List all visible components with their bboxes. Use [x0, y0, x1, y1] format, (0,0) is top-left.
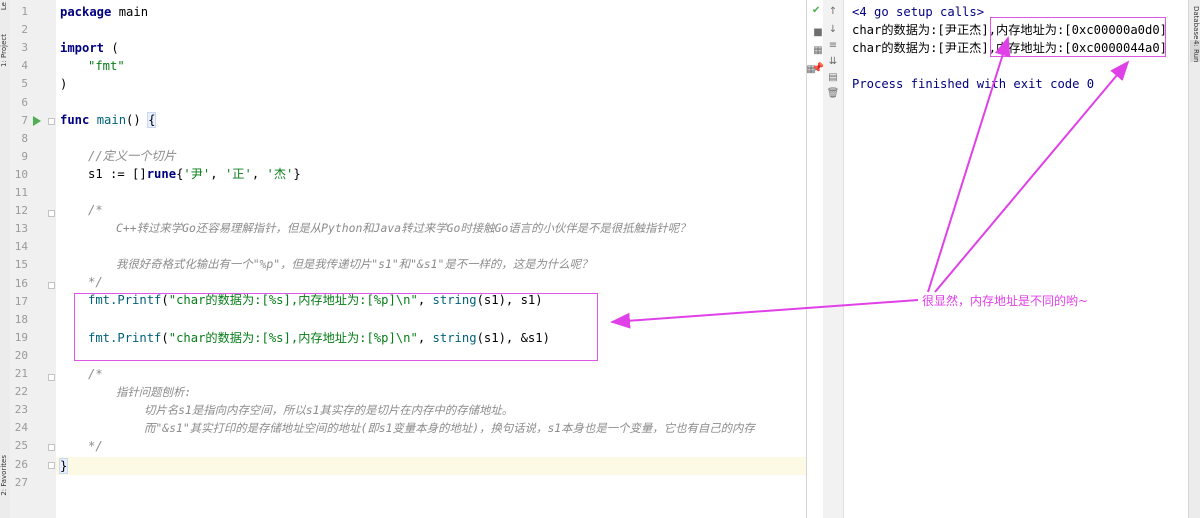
arrow-to-code	[610, 299, 919, 329]
annotation-arrows	[610, 36, 1130, 329]
annotation-text: 很显然，内存地址是不同的哟~	[922, 294, 1089, 308]
